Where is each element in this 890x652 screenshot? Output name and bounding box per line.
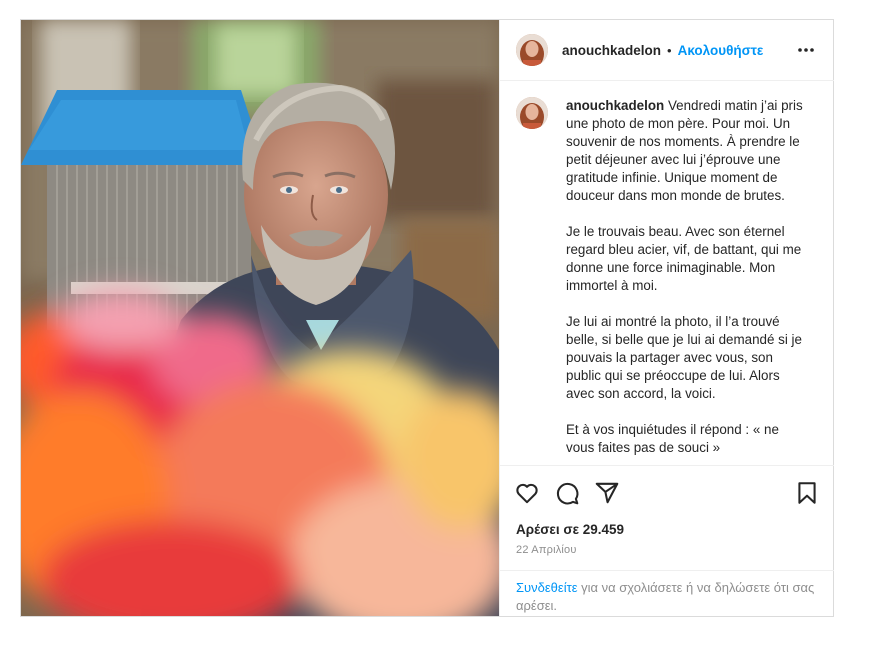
post-photo[interactable] (21, 20, 499, 616)
follow-button[interactable]: Ακολουθήστε (678, 43, 764, 58)
post-sidebar: anouchkadelon • Ακολουθήστε anouchkadelo… (499, 20, 834, 617)
post-caption: anouchkadelon Vendredi matin j’ai pris u… (566, 97, 810, 465)
post-actions: Αρέσει σε 29.459 22 Απριλίου Συνδεθείτε … (500, 465, 834, 617)
separator-dot: • (667, 42, 672, 58)
caption-paragraph: anouchkadelon Vendredi matin j’ai pris u… (566, 97, 810, 205)
likes-count[interactable]: Αρέσει σε 29.459 (516, 522, 624, 537)
caption-paragraph: Je lui ai montré la photo, il l’a trouvé… (566, 314, 802, 401)
caption-avatar[interactable] (516, 97, 548, 129)
post-author-username[interactable]: anouchkadelon (562, 43, 661, 58)
heart-icon[interactable] (514, 480, 540, 506)
login-prompt: Συνδεθείτε για να σχολιάσετε ή να δηλώσε… (500, 570, 834, 618)
paper-plane-icon[interactable] (594, 480, 620, 506)
avatar[interactable] (516, 34, 548, 66)
post-date[interactable]: 22 Απριλίου (516, 544, 577, 556)
caption-text: Vendredi matin j’ai pris une photo de mo… (566, 98, 803, 203)
caption-username[interactable]: anouchkadelon (566, 98, 664, 113)
instagram-post: anouchkadelon • Ακολουθήστε anouchkadelo… (20, 19, 834, 617)
bookmark-icon[interactable] (794, 480, 820, 506)
caption-area[interactable]: anouchkadelon Vendredi matin j’ai pris u… (500, 81, 834, 465)
post-header: anouchkadelon • Ακολουθήστε (500, 20, 834, 81)
caption-paragraph: Et à vos inquiétudes il répond : « ne vo… (566, 422, 779, 455)
more-horizontal-icon[interactable] (796, 40, 816, 60)
caption-paragraph: Je le trouvais beau. Avec son éternel re… (566, 224, 802, 293)
comment-icon[interactable] (554, 480, 580, 506)
login-link[interactable]: Συνδεθείτε (516, 580, 578, 595)
